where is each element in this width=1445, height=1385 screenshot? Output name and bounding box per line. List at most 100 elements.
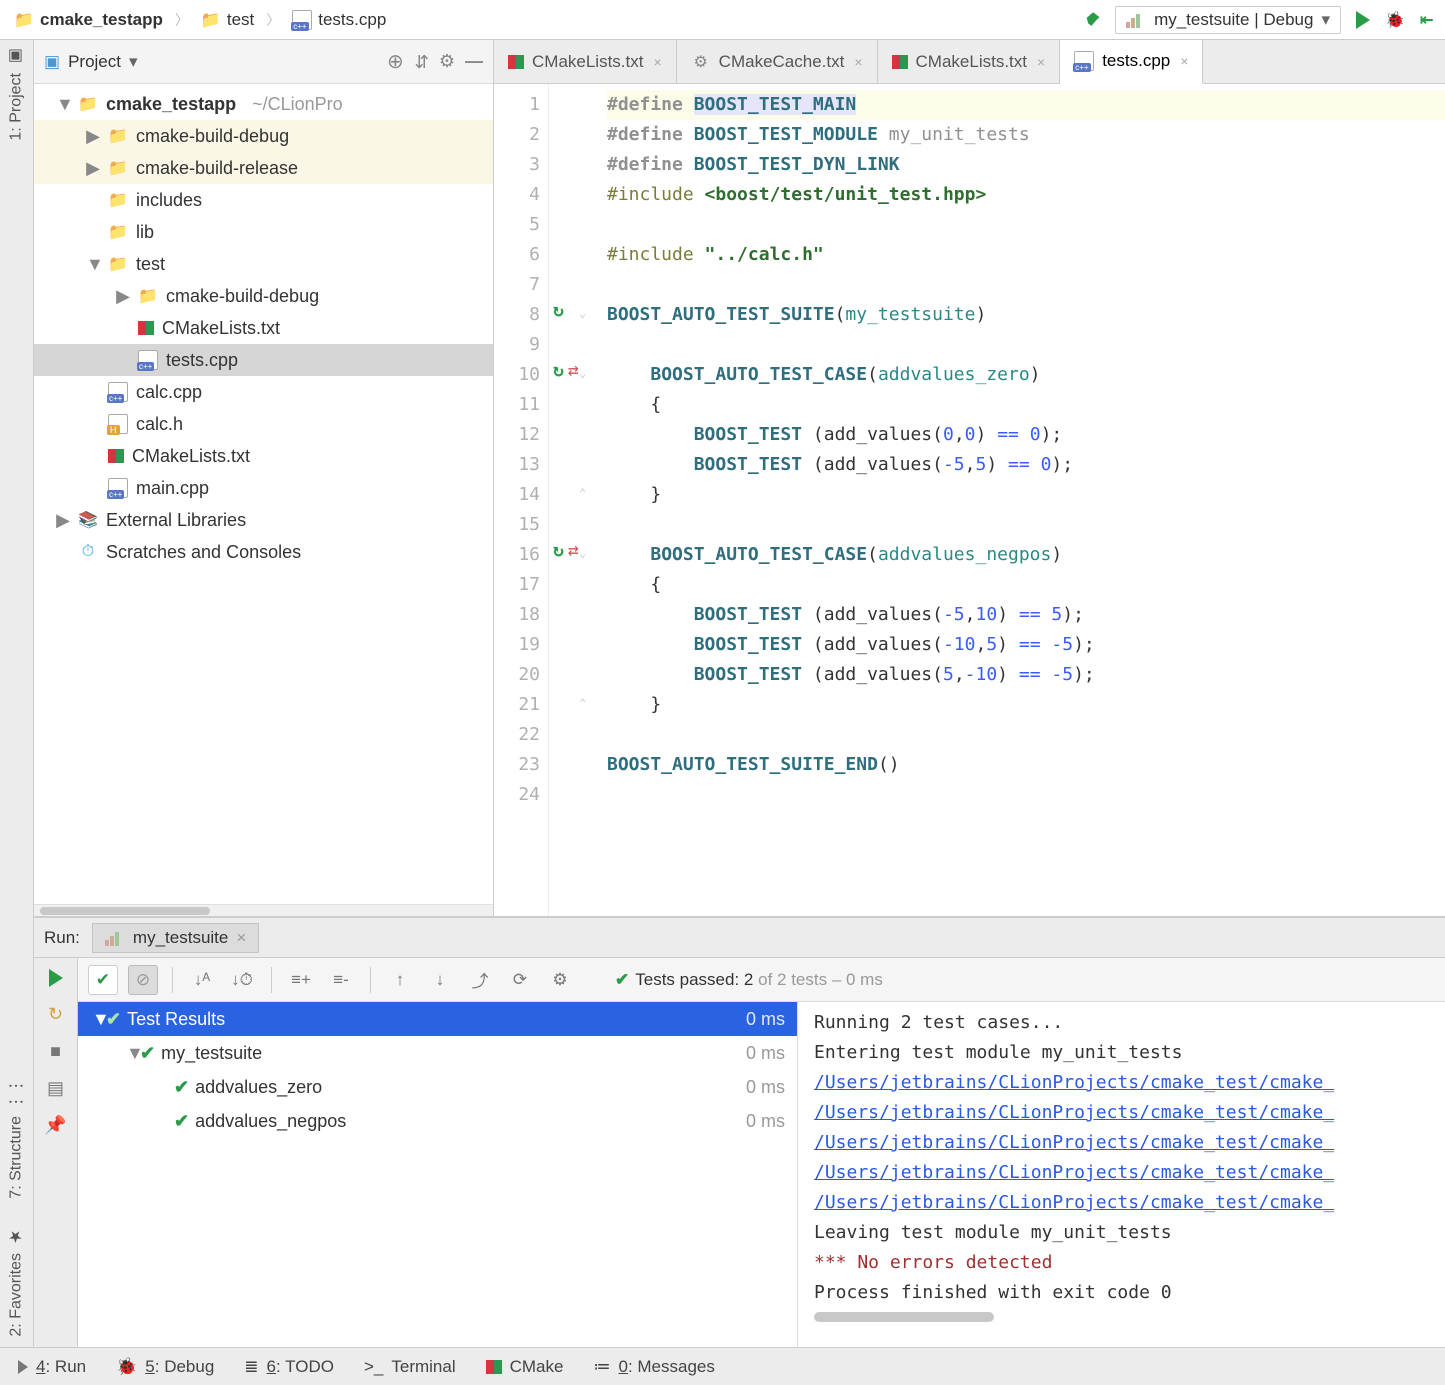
chevron-down-icon[interactable]: [129, 52, 138, 72]
code-line[interactable]: }: [607, 480, 1445, 510]
console-line[interactable]: *** No errors detected: [814, 1248, 1435, 1278]
stripe-structure[interactable]: 7: Structure ⋮⋮: [7, 1078, 26, 1199]
project-tree-row[interactable]: ▶ cmake-build-release: [34, 152, 493, 184]
test-tree-row[interactable]: ▼ ✔ Test Results 0 ms: [78, 1002, 797, 1036]
test-tree[interactable]: ▼ ✔ Test Results 0 ms ▼ ✔ my_testsuite 0…: [78, 1002, 798, 1347]
project-tree-row[interactable]: CMakeLists.txt: [34, 312, 493, 344]
code-line[interactable]: #include <boost/test/unit_test.hpp>: [607, 180, 1445, 210]
project-tree-row[interactable]: ▶ cmake-build-debug: [34, 280, 493, 312]
code-line[interactable]: #define BOOST_TEST_MAIN: [607, 90, 1445, 120]
project-tree-row[interactable]: ▶ cmake-build-debug: [34, 120, 493, 152]
close-icon[interactable]: ×: [236, 928, 246, 948]
project-tree-row[interactable]: lib: [34, 216, 493, 248]
code-line[interactable]: BOOST_TEST (add_values(5,-10) == -5);: [607, 660, 1445, 690]
test-tree-row[interactable]: ✔ addvalues_negpos 0 ms: [78, 1104, 797, 1138]
project-scrollbar[interactable]: [34, 904, 493, 916]
editor-tab[interactable]: CMakeLists.txt×: [878, 40, 1061, 83]
history-icon[interactable]: ⟳: [505, 965, 535, 995]
console-line[interactable]: /Users/jetbrains/CLionProjects/cmake_tes…: [814, 1068, 1435, 1098]
console-line[interactable]: Running 2 test cases...: [814, 1008, 1435, 1038]
project-tree-row[interactable]: Scratches and Consoles: [34, 536, 493, 568]
code-line[interactable]: [607, 780, 1445, 810]
tree-arrow-icon[interactable]: ▶: [86, 158, 100, 179]
collapse-icon[interactable]: [414, 51, 429, 72]
rerun-icon[interactable]: [46, 968, 66, 988]
debug-icon[interactable]: 🐞: [1385, 10, 1405, 30]
rerun-failed-icon[interactable]: ↻: [48, 1004, 63, 1025]
code-line[interactable]: BOOST_TEST (add_values(-10,5) == -5);: [607, 630, 1445, 660]
statusbar-item[interactable]: >_Terminal: [364, 1357, 456, 1377]
code-line[interactable]: BOOST_AUTO_TEST_CASE(addvalues_negpos): [607, 540, 1445, 570]
code-line[interactable]: #define BOOST_TEST_DYN_LINK: [607, 150, 1445, 180]
code-line[interactable]: BOOST_TEST (add_values(-5,10) == 5);: [607, 600, 1445, 630]
expand-all-icon[interactable]: ≡+: [286, 965, 316, 995]
tree-arrow-icon[interactable]: ▶: [116, 286, 130, 307]
editor-gutter-icons[interactable]: ⌄⌄⌃⌄⌃: [549, 84, 597, 916]
code-line[interactable]: #include "../calc.h": [607, 240, 1445, 270]
collapse-all-icon[interactable]: ≡-: [326, 965, 356, 995]
close-icon[interactable]: ×: [1037, 54, 1045, 70]
pin-icon[interactable]: 📌: [44, 1115, 66, 1136]
stripe-favorites[interactable]: 2: Favorites ★: [7, 1228, 26, 1337]
code-line[interactable]: #define BOOST_TEST_MODULE my_unit_tests: [607, 120, 1445, 150]
console-scrollbar[interactable]: [814, 1312, 1435, 1322]
next-test-icon[interactable]: ↓: [425, 965, 455, 995]
fold-icon[interactable]: ⌄: [579, 306, 586, 320]
code-line[interactable]: [607, 720, 1445, 750]
console-line[interactable]: /Users/jetbrains/CLionProjects/cmake_tes…: [814, 1188, 1435, 1218]
statusbar-item[interactable]: CMake: [486, 1357, 564, 1377]
editor-tab[interactable]: CMakeLists.txt×: [494, 40, 677, 83]
gutter-run-icon[interactable]: [553, 360, 579, 381]
test-tree-row[interactable]: ✔ addvalues_zero 0 ms: [78, 1070, 797, 1104]
statusbar-item[interactable]: 4: Run: [18, 1357, 86, 1377]
project-tree-row[interactable]: tests.cpp: [34, 344, 493, 376]
show-ignored-icon[interactable]: ⊘: [128, 965, 158, 995]
gutter-run-icon[interactable]: [553, 540, 579, 561]
code-line[interactable]: BOOST_AUTO_TEST_SUITE_END(): [607, 750, 1445, 780]
statusbar-item[interactable]: ≣6: TODO: [244, 1357, 334, 1377]
console-line[interactable]: Process finished with exit code 0: [814, 1278, 1435, 1308]
console-line[interactable]: Entering test module my_unit_tests: [814, 1038, 1435, 1068]
editor-gutter[interactable]: 123456789101112131415161718192021222324: [494, 84, 549, 916]
tree-arrow-icon[interactable]: ▼: [92, 1009, 106, 1030]
close-icon[interactable]: ×: [653, 54, 661, 70]
breadcrumb-item-1[interactable]: test: [195, 8, 260, 32]
code-line[interactable]: {: [607, 390, 1445, 420]
breadcrumb-item-0[interactable]: cmake_testapp: [8, 8, 169, 32]
gutter-run-icon[interactable]: [553, 300, 564, 321]
console-line[interactable]: /Users/jetbrains/CLionProjects/cmake_tes…: [814, 1158, 1435, 1188]
tree-arrow-icon[interactable]: ▼: [126, 1043, 140, 1064]
build-icon[interactable]: [1083, 10, 1103, 30]
statusbar-item[interactable]: 🐞5: Debug: [116, 1357, 214, 1377]
settings-icon[interactable]: ⚙: [545, 965, 575, 995]
code-line[interactable]: {: [607, 570, 1445, 600]
run-tab[interactable]: my_testsuite ×: [92, 923, 259, 953]
export-icon[interactable]: ⤴: [465, 965, 495, 995]
run-coverage-icon[interactable]: [1417, 10, 1437, 30]
stripe-project[interactable]: 1: Project ▣: [7, 48, 26, 141]
console-line[interactable]: /Users/jetbrains/CLionProjects/cmake_tes…: [814, 1098, 1435, 1128]
code-line[interactable]: BOOST_TEST (add_values(-5,5) == 0);: [607, 450, 1445, 480]
editor-tab[interactable]: CMakeCache.txt×: [677, 40, 878, 83]
project-tree-row[interactable]: ▼ test: [34, 248, 493, 280]
tree-arrow-icon[interactable]: ▶: [86, 126, 100, 147]
project-tree-row[interactable]: calc.cpp: [34, 376, 493, 408]
close-icon[interactable]: ×: [854, 54, 862, 70]
code-line[interactable]: BOOST_TEST (add_values(0,0) == 0);: [607, 420, 1445, 450]
console-output[interactable]: Running 2 test cases...Entering test mod…: [798, 1002, 1445, 1347]
code-line[interactable]: [607, 270, 1445, 300]
run-icon[interactable]: [1353, 10, 1373, 30]
gear-icon[interactable]: [439, 51, 455, 72]
project-tree-row[interactable]: CMakeLists.txt: [34, 440, 493, 472]
tree-arrow-icon[interactable]: ▶: [56, 510, 70, 531]
console-line[interactable]: /Users/jetbrains/CLionProjects/cmake_tes…: [814, 1128, 1435, 1158]
sort-az-icon[interactable]: ↓ᴬ: [187, 965, 217, 995]
project-tree-row[interactable]: main.cpp: [34, 472, 493, 504]
project-tree[interactable]: ▼ cmake_testapp ~/CLionPro ▶ cmake-build…: [34, 84, 493, 904]
fold-icon[interactable]: ⌄: [579, 366, 586, 380]
hide-icon[interactable]: [465, 51, 483, 72]
code-line[interactable]: }: [607, 690, 1445, 720]
project-tree-row[interactable]: ▶ External Libraries: [34, 504, 493, 536]
code-line[interactable]: BOOST_AUTO_TEST_SUITE(my_testsuite): [607, 300, 1445, 330]
editor-tab[interactable]: tests.cpp×: [1060, 40, 1203, 84]
